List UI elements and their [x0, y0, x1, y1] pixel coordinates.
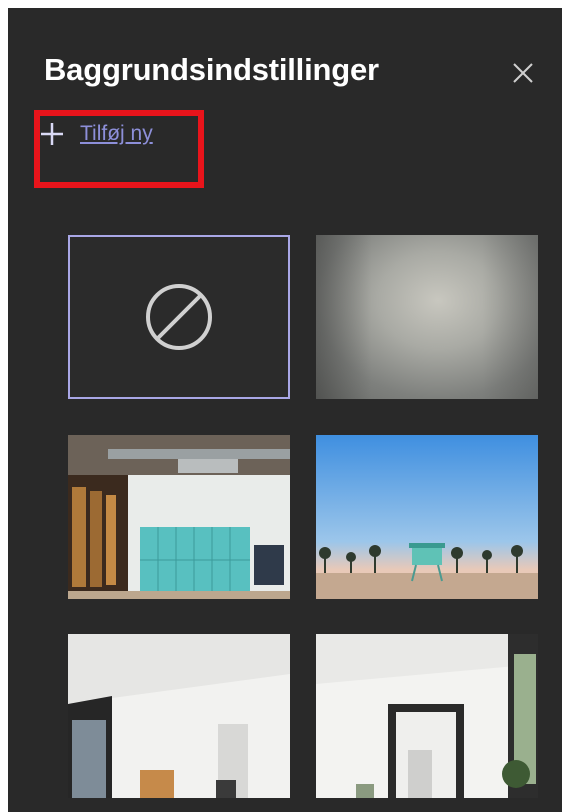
plus-icon: [38, 120, 66, 148]
background-option-room-2[interactable]: [316, 634, 538, 798]
room-image-1: [68, 634, 290, 798]
background-settings-panel: Baggrundsindstillinger Tilføj ny: [8, 8, 562, 812]
add-new-button[interactable]: Tilføj ny: [38, 120, 153, 148]
background-option-room-1[interactable]: [68, 634, 290, 798]
no-entry-icon: [146, 284, 212, 350]
background-option-beach[interactable]: [316, 435, 538, 599]
room-image-2: [316, 634, 538, 798]
panel-title: Baggrundsindstillinger: [44, 52, 379, 87]
close-icon[interactable]: [510, 60, 536, 86]
beach-image: [316, 435, 538, 599]
background-option-blur[interactable]: [316, 235, 538, 399]
office-image: [68, 435, 290, 599]
background-option-office[interactable]: [68, 435, 290, 599]
background-option-none[interactable]: [68, 235, 290, 399]
add-new-label: Tilføj ny: [80, 122, 153, 145]
